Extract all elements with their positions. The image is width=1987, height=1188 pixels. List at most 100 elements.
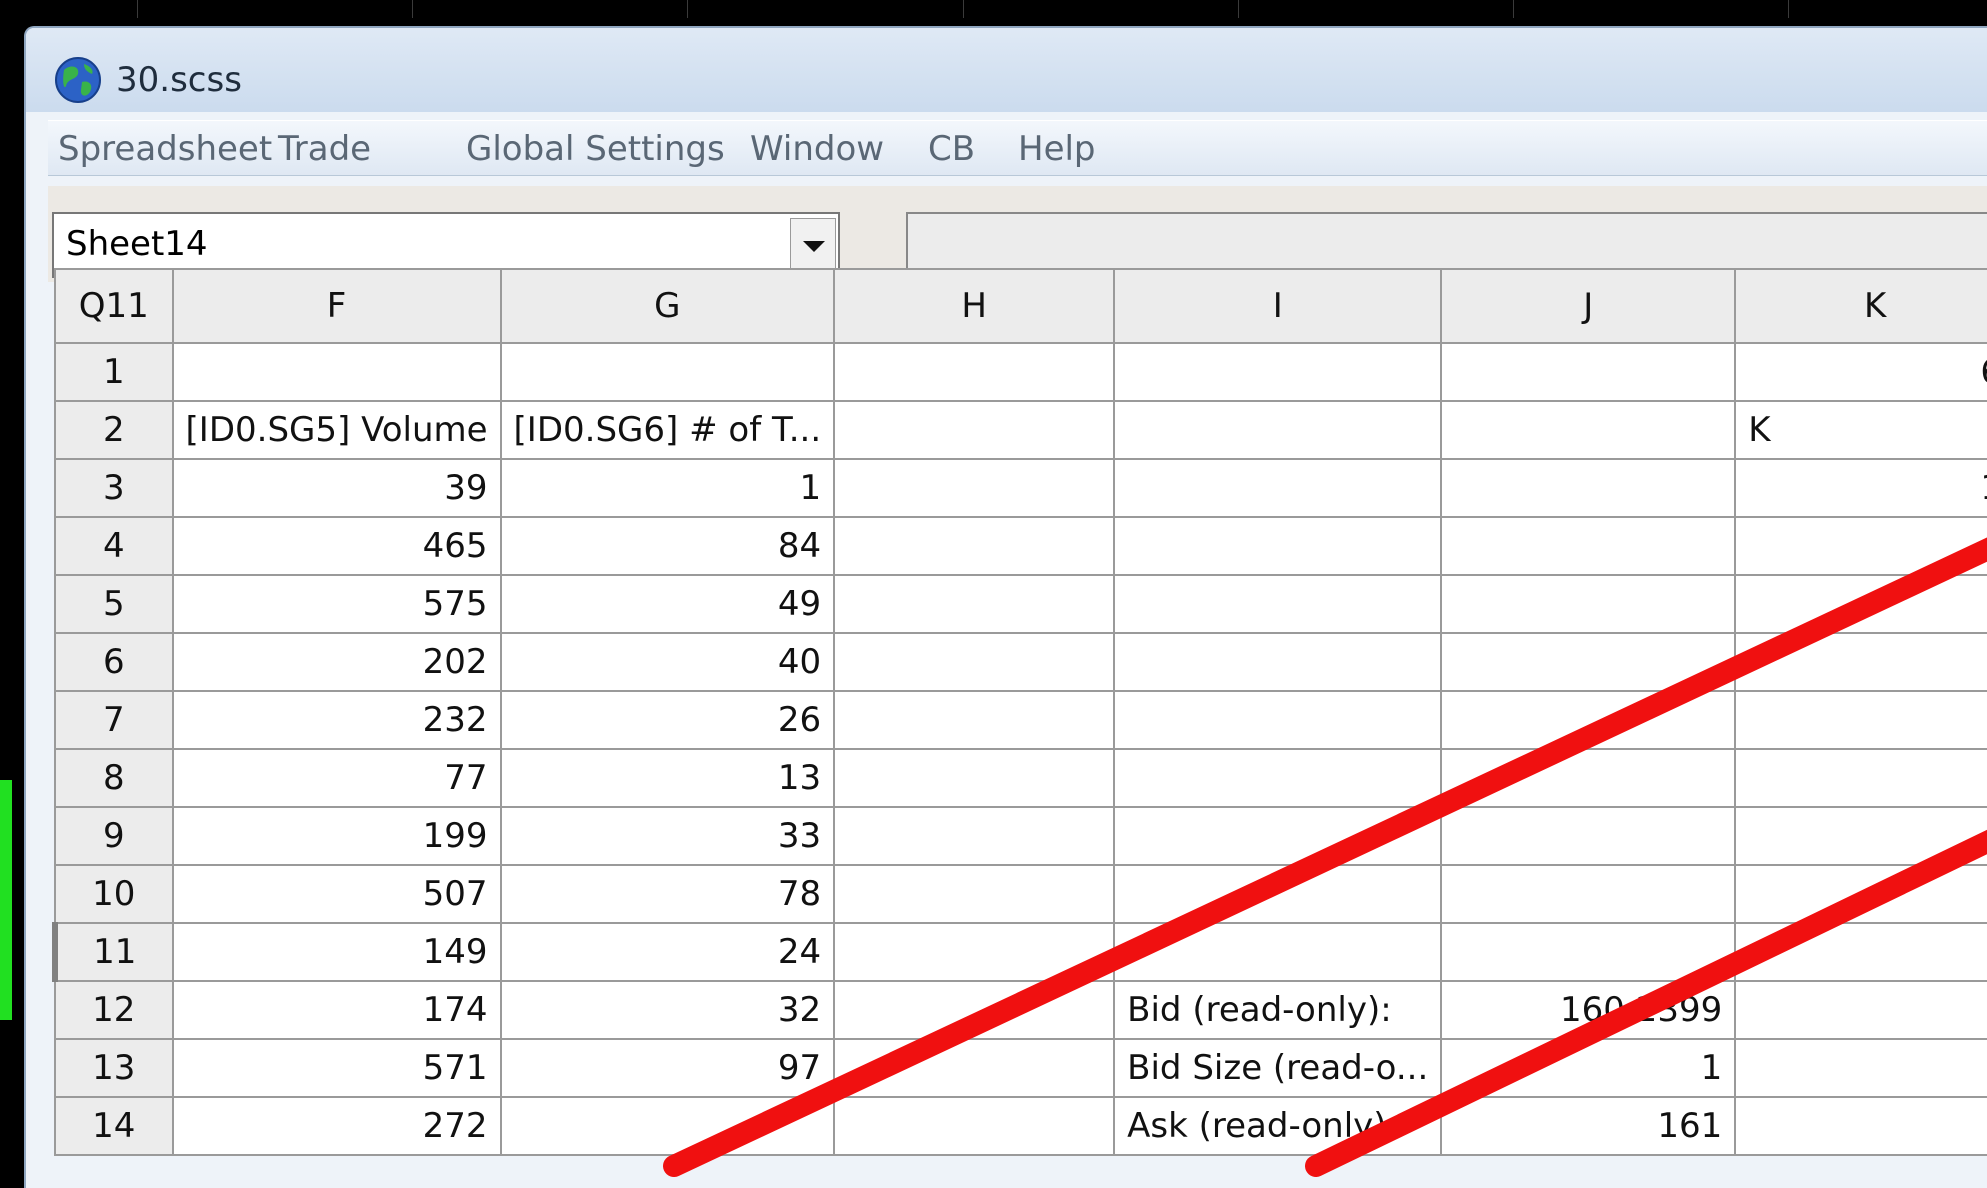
cell-h3[interactable] xyxy=(833,458,1116,518)
cell-f9[interactable]: 199 xyxy=(171,806,502,866)
cell-i9[interactable] xyxy=(1113,806,1443,866)
cell-j1[interactable] xyxy=(1440,342,1737,402)
cell-j7[interactable] xyxy=(1440,690,1737,750)
cell-h10[interactable] xyxy=(833,864,1116,924)
row-header[interactable]: 5 xyxy=(54,574,174,634)
menu-trade[interactable]: Trade xyxy=(278,129,371,169)
cell-j8[interactable] xyxy=(1440,748,1737,808)
cell-k13[interactable] xyxy=(1734,1038,1987,1098)
cell-j12[interactable]: 160.2399 xyxy=(1440,980,1737,1040)
column-header-h[interactable]: H xyxy=(833,268,1116,344)
title-bar[interactable]: 30.scss xyxy=(26,28,1987,112)
cell-j4[interactable] xyxy=(1440,516,1737,576)
row-header[interactable]: 12 xyxy=(54,980,174,1040)
cell-k4[interactable] xyxy=(1734,516,1987,576)
cell-h9[interactable] xyxy=(833,806,1116,866)
menu-help[interactable]: Help xyxy=(1018,129,1096,169)
row-header[interactable]: 9 xyxy=(54,806,174,866)
cell-f12[interactable]: 174 xyxy=(171,980,502,1040)
cell-j2[interactable] xyxy=(1440,400,1737,460)
cell-f2[interactable]: [ID0.SG5] Volume xyxy=(171,400,502,460)
cell-i7[interactable] xyxy=(1113,690,1443,750)
cell-k14[interactable] xyxy=(1734,1096,1987,1156)
cell-g8[interactable]: 13 xyxy=(499,748,836,808)
cell-f1[interactable] xyxy=(171,342,502,402)
cell-k2[interactable]: K xyxy=(1734,400,1987,460)
row-header[interactable]: 10 xyxy=(54,864,174,924)
cell-j3[interactable] xyxy=(1440,458,1737,518)
cell-g4[interactable]: 84 xyxy=(499,516,836,576)
menu-global-settings[interactable]: Global Settings xyxy=(466,129,725,169)
cell-h6[interactable] xyxy=(833,632,1116,692)
cell-i13[interactable]: Bid Size (read-o... xyxy=(1113,1038,1443,1098)
cell-f13[interactable]: 571 xyxy=(171,1038,502,1098)
cell-f4[interactable]: 465 xyxy=(171,516,502,576)
row-header[interactable]: 13 xyxy=(54,1038,174,1098)
cell-k12[interactable] xyxy=(1734,980,1987,1040)
row-header[interactable]: 6 xyxy=(54,632,174,692)
row-header[interactable]: 4 xyxy=(54,516,174,576)
cell-j14[interactable]: 161 xyxy=(1440,1096,1737,1156)
cell-f10[interactable]: 507 xyxy=(171,864,502,924)
cell-h13[interactable] xyxy=(833,1038,1116,1098)
cell-i14[interactable]: Ask (read-only): xyxy=(1113,1096,1443,1156)
cell-f3[interactable]: 39 xyxy=(171,458,502,518)
cell-g3[interactable]: 1 xyxy=(499,458,836,518)
column-header-f[interactable]: F xyxy=(171,268,502,344)
cell-f14[interactable]: 272 xyxy=(171,1096,502,1156)
cell-g14[interactable] xyxy=(499,1096,836,1156)
cell-k7[interactable] xyxy=(1734,690,1987,750)
menu-window[interactable]: Window xyxy=(750,129,884,169)
cell-j5[interactable] xyxy=(1440,574,1737,634)
cell-i1[interactable] xyxy=(1113,342,1443,402)
cell-f7[interactable]: 232 xyxy=(171,690,502,750)
cell-k6[interactable] xyxy=(1734,632,1987,692)
cell-i10[interactable] xyxy=(1113,864,1443,924)
cell-g7[interactable]: 26 xyxy=(499,690,836,750)
cell-k5[interactable] xyxy=(1734,574,1987,634)
cell-g12[interactable]: 32 xyxy=(499,980,836,1040)
sheet-dropdown-button[interactable] xyxy=(790,218,836,272)
column-header-i[interactable]: I xyxy=(1113,268,1443,344)
cell-i2[interactable] xyxy=(1113,400,1443,460)
cell-k1[interactable]: 6 xyxy=(1734,342,1987,402)
cell-h8[interactable] xyxy=(833,748,1116,808)
cell-g1[interactable] xyxy=(499,342,836,402)
column-header-k[interactable]: K xyxy=(1734,268,1987,344)
row-header[interactable]: 1 xyxy=(54,342,174,402)
cell-g11[interactable]: 24 xyxy=(499,922,836,982)
cell-g6[interactable]: 40 xyxy=(499,632,836,692)
cell-f8[interactable]: 77 xyxy=(171,748,502,808)
cell-g5[interactable]: 49 xyxy=(499,574,836,634)
cell-j13[interactable]: 1 xyxy=(1440,1038,1737,1098)
cell-g9[interactable]: 33 xyxy=(499,806,836,866)
column-header-j[interactable]: J xyxy=(1440,268,1737,344)
cell-f5[interactable]: 575 xyxy=(171,574,502,634)
cell-k3[interactable]: 1 xyxy=(1734,458,1987,518)
column-header-g[interactable]: G xyxy=(499,268,836,344)
row-header[interactable]: 3 xyxy=(54,458,174,518)
cell-f11[interactable]: 149 xyxy=(171,922,502,982)
cell-h4[interactable] xyxy=(833,516,1116,576)
row-header[interactable]: 8 xyxy=(54,748,174,808)
cell-h2[interactable] xyxy=(833,400,1116,460)
cell-f6[interactable]: 202 xyxy=(171,632,502,692)
menu-cb[interactable]: CB xyxy=(928,129,975,169)
cell-k8[interactable] xyxy=(1734,748,1987,808)
row-header[interactable]: 11 xyxy=(52,922,174,982)
cell-i4[interactable] xyxy=(1113,516,1443,576)
cell-h7[interactable] xyxy=(833,690,1116,750)
cell-h14[interactable] xyxy=(833,1096,1116,1156)
cell-i5[interactable] xyxy=(1113,574,1443,634)
cell-i8[interactable] xyxy=(1113,748,1443,808)
cell-j11[interactable] xyxy=(1440,922,1737,982)
cell-i6[interactable] xyxy=(1113,632,1443,692)
cell-j9[interactable] xyxy=(1440,806,1737,866)
cell-j6[interactable] xyxy=(1440,632,1737,692)
cell-h11[interactable] xyxy=(833,922,1116,982)
cell-k11[interactable] xyxy=(1734,922,1987,982)
cell-h5[interactable] xyxy=(833,574,1116,634)
cell-h12[interactable] xyxy=(833,980,1116,1040)
row-header[interactable]: 2 xyxy=(54,400,174,460)
cell-g13[interactable]: 97 xyxy=(499,1038,836,1098)
